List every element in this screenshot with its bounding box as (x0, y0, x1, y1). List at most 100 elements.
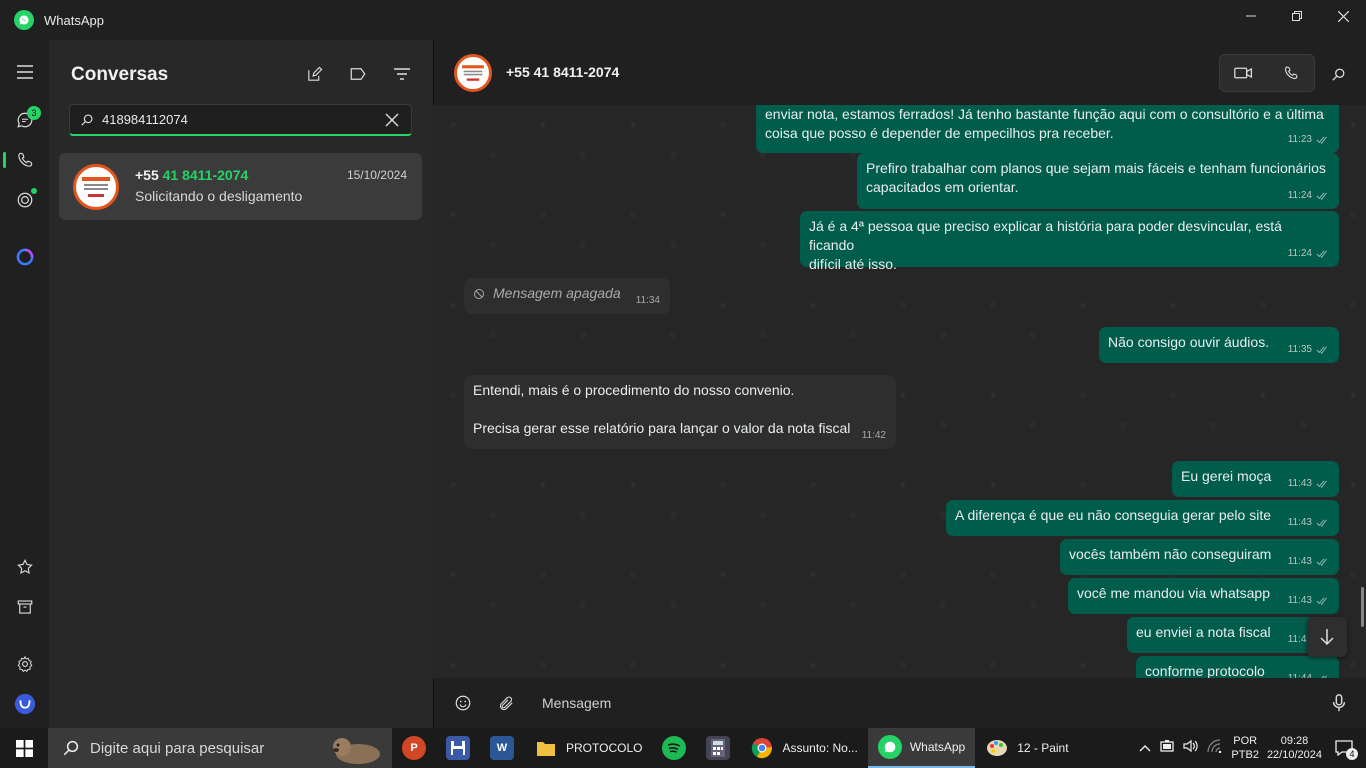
message-time: 11:42 (861, 430, 886, 441)
chat-date: 15/10/2024 (346, 168, 407, 182)
contact-name[interactable]: +55 41 8411-2074 (506, 64, 619, 80)
taskbar-spotify[interactable] (652, 728, 696, 768)
battery-icon[interactable] (1159, 739, 1175, 757)
taskbar-calculator[interactable] (696, 728, 740, 768)
double-check-icon (1316, 191, 1327, 200)
taskbar-app-label: Assunto: No... (782, 741, 858, 755)
message-bubble[interactable]: Não consigo ouvir áudios. 11:35 (1099, 327, 1339, 363)
scroll-to-bottom-button[interactable] (1307, 617, 1347, 657)
message-bubble[interactable]: conforme protocolo 11:44 (1136, 656, 1339, 678)
message-time: 11:34 (635, 295, 660, 306)
message-input[interactable] (542, 692, 1302, 714)
starred-button[interactable] (0, 547, 49, 587)
double-check-icon (1316, 345, 1327, 354)
meta-ai-button[interactable] (0, 237, 49, 277)
chat-name-highlight: 41 8411-2074 (162, 167, 249, 183)
profile-button[interactable] (0, 684, 49, 724)
message-time: 11:23 (1288, 130, 1329, 149)
taskbar-protocolo-folder[interactable]: PROTOCOLO (524, 728, 652, 768)
calculator-icon (706, 736, 731, 760)
calls-nav-button[interactable] (0, 140, 49, 180)
message-time: 11:43 (1288, 513, 1329, 532)
chat-name-prefix: +55 (135, 167, 163, 183)
video-call-button[interactable] (1220, 55, 1267, 91)
message-bubble[interactable]: vocês também não conseguiram 11:43 (1060, 539, 1339, 575)
search-input[interactable] (102, 112, 385, 127)
whatsapp-logo-icon (14, 10, 34, 30)
settings-button[interactable] (0, 644, 49, 684)
message-area[interactable]: enviar nota, estamos ferrados! Já tenho … (433, 105, 1366, 678)
message-bubble[interactable]: Prefiro trabalhar com planos que sejam m… (857, 153, 1339, 209)
keyboard-layout: PTB2 (1231, 749, 1259, 761)
filter-icon (394, 68, 410, 80)
spotify-icon (662, 736, 687, 760)
label-icon (350, 68, 366, 80)
input-language[interactable]: POR PTB2 (1231, 734, 1259, 762)
taskbar-search[interactable]: Digite aqui para pesquisar (48, 728, 392, 768)
powerpoint-icon: P (402, 736, 426, 760)
taskbar-app-label: WhatsApp (909, 740, 966, 754)
network-icon[interactable] (1207, 738, 1223, 758)
double-check-icon (1316, 557, 1327, 566)
chat-list-item[interactable]: +55 41 8411-2074 15/10/2024 Solicitando … (59, 153, 422, 220)
restore-button[interactable] (1274, 0, 1320, 32)
emoji-button[interactable] (452, 692, 474, 714)
message-text: enviar nota, estamos ferrados! Já tenho … (765, 106, 1324, 141)
window-title: WhatsApp (44, 12, 104, 28)
taskbar-word[interactable]: W (480, 728, 524, 768)
floppy-disk-icon (446, 736, 470, 760)
clock[interactable]: 09:28 22/10/2024 (1267, 734, 1322, 762)
filter-button[interactable] (389, 62, 415, 86)
start-button[interactable] (0, 728, 48, 768)
close-window-button[interactable] (1320, 0, 1366, 32)
message-bubble[interactable]: Já é a 4ª pessoa que preciso explicar a … (800, 211, 1339, 272)
chats-nav-button[interactable]: 3 (0, 100, 49, 140)
notifications-button[interactable]: 4 (1330, 734, 1358, 762)
labels-button[interactable] (345, 62, 371, 86)
paperclip-icon (499, 696, 513, 710)
phone-icon (17, 152, 32, 167)
clinic-logo-icon (462, 65, 484, 81)
taskbar-paint[interactable]: 12 - Paint (975, 728, 1078, 768)
attach-button[interactable] (495, 692, 517, 714)
status-dot (31, 188, 37, 194)
taskbar-app-label: 12 - Paint (1017, 741, 1069, 755)
taskbar-chrome[interactable]: Assunto: No... (740, 728, 867, 768)
notification-count: 4 (1346, 748, 1358, 760)
menu-button[interactable] (0, 52, 49, 92)
search-box (69, 104, 412, 136)
voice-call-button[interactable] (1267, 55, 1314, 91)
folder-icon (534, 736, 558, 760)
whatsapp-logo-icon (877, 735, 902, 759)
taskbar-save-app[interactable] (436, 728, 480, 768)
video-camera-icon (1234, 67, 1253, 79)
volume-icon[interactable] (1183, 739, 1199, 758)
header-avatar[interactable] (454, 54, 492, 92)
message-text: Prefiro trabalhar com planos que sejam m… (866, 160, 1326, 195)
scrollbar[interactable] (1361, 587, 1364, 627)
panel-title: Conversas (71, 64, 169, 85)
message-bubble[interactable]: você me mandou via whatsapp 11:43 (1068, 578, 1339, 614)
minimize-button[interactable] (1228, 0, 1274, 32)
taskbar-whatsapp[interactable]: WhatsApp (867, 728, 976, 768)
meta-ai-icon (16, 248, 33, 266)
new-chat-button[interactable] (301, 62, 327, 86)
deleted-message-bubble[interactable]: Mensagem apagada 11:34 (464, 278, 670, 314)
voice-message-button[interactable] (1328, 692, 1350, 714)
search-messages-button[interactable] (1328, 64, 1348, 84)
message-bubble[interactable]: A diferença é que eu não conseguia gerar… (946, 500, 1339, 536)
message-bubble[interactable]: enviar nota, estamos ferrados! Já tenho … (756, 105, 1339, 153)
archived-button[interactable] (0, 587, 49, 627)
gear-icon (17, 655, 32, 673)
message-bubble[interactable]: Entendi, mais é o procedimento do nosso … (464, 375, 896, 449)
message-bubble[interactable]: Eu gerei moça 11:43 (1172, 461, 1339, 497)
emoji-icon (455, 695, 471, 711)
taskbar-powerpoint[interactable]: P (392, 728, 436, 768)
contact-avatar (73, 164, 119, 210)
clear-search-button[interactable] (385, 113, 401, 127)
status-nav-button[interactable] (0, 180, 49, 220)
unread-badge: 3 (27, 106, 41, 120)
message-text: Mensagem apagada (493, 285, 621, 301)
show-hidden-icons-button[interactable] (1139, 739, 1151, 757)
profile-avatar-icon (14, 693, 35, 715)
